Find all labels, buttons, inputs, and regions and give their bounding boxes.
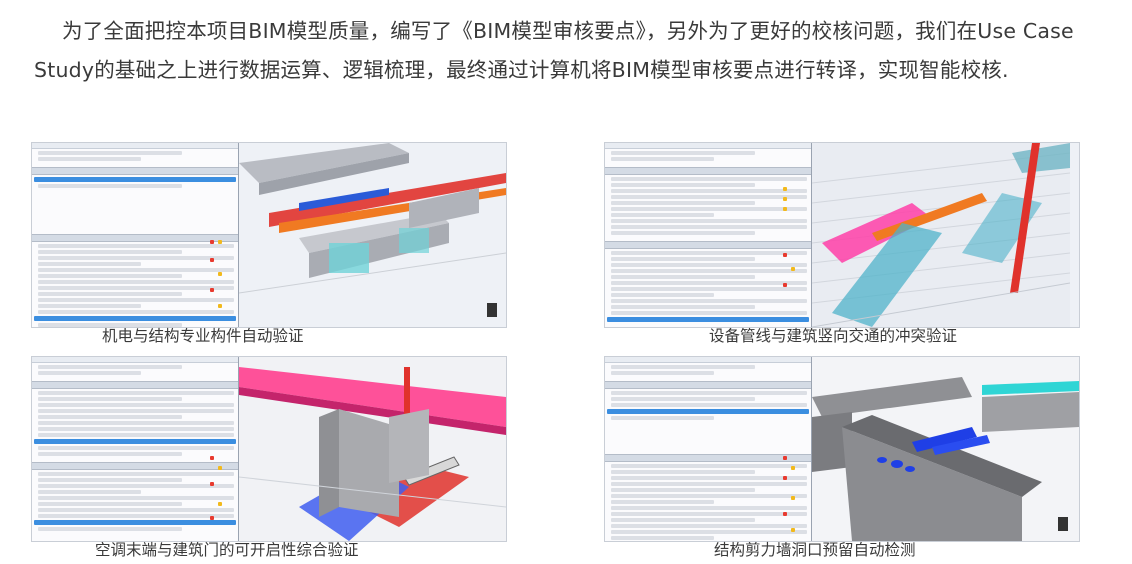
figure-mep-structure-check: [31, 142, 507, 328]
figure-ac-door-check: [31, 356, 507, 542]
model-checker-tree: [32, 357, 239, 541]
figure-1-caption: 机电与结构专业构件自动验证: [102, 327, 304, 345]
figure-4-caption: 结构剪力墙洞口预留自动检测: [714, 541, 916, 559]
model-checker-tree: [605, 143, 812, 327]
model-viewport: [239, 357, 506, 541]
model-viewport: [239, 143, 506, 327]
figure-shear-wall-opening-check: [604, 356, 1080, 542]
intro-paragraph: 为了全面把控本项目BIM模型质量，编写了《BIM模型审核要点》，另外为了更好的校…: [34, 12, 1100, 90]
figure-3-caption: 空调末端与建筑门的可开启性综合验证: [95, 541, 359, 559]
figure-pipe-stair-clash: [604, 142, 1080, 328]
model-checker-tree: [605, 357, 812, 541]
intro-text: 为了全面把控本项目BIM模型质量，编写了《BIM模型审核要点》，另外为了更好的校…: [34, 19, 1074, 82]
model-viewport: [812, 357, 1079, 541]
model-viewport: [812, 143, 1079, 327]
model-checker-tree: [32, 143, 239, 327]
figure-2-caption: 设备管线与建筑竖向交通的冲突验证: [709, 327, 958, 345]
